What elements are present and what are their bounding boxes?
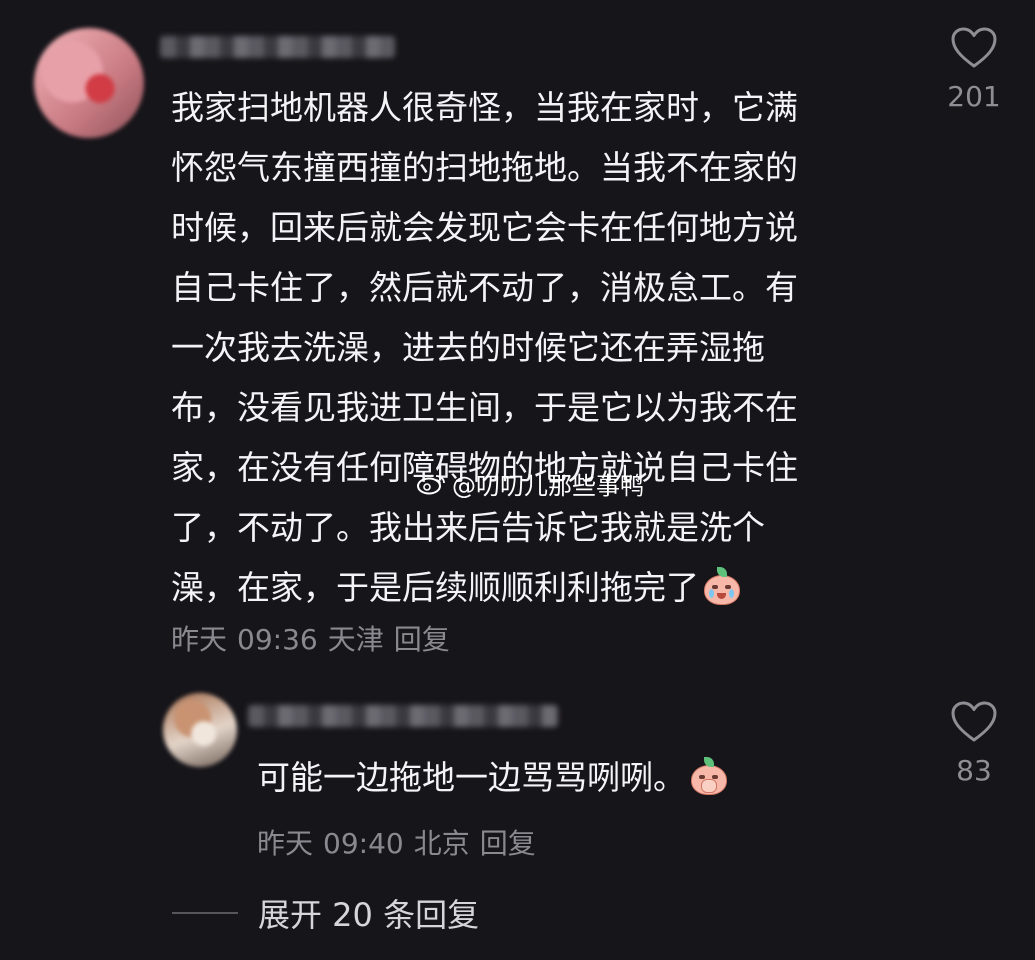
divider-line [172, 912, 238, 914]
weibo-icon [417, 474, 445, 494]
reply-location: 北京 [413, 827, 470, 860]
reply-meta: 昨天 09:40 北京 回复 [257, 822, 546, 862]
expand-replies-button[interactable]: 展开 20 条回复 [172, 890, 479, 936]
reply-line-text: 可能一边拖地一边骂骂咧咧。 [257, 758, 686, 797]
comment-time: 09:36 [237, 623, 318, 656]
comment-line: 了，不动了。我出来后告诉它我就是洗个 [171, 508, 765, 547]
comment-meta: 昨天 09:36 天津 回复 [171, 618, 460, 658]
comment-line: 时候，回来后就会发现它会卡在任何地方说 [171, 208, 798, 247]
reply-avatar[interactable] [163, 693, 237, 767]
comment-line: 布，没看见我进卫生间，于是它以为我不在 [171, 388, 798, 427]
crying-laughing-peach-emoji [703, 567, 740, 605]
comment-line: 怀怨气东撞西撞的扫地拖地。当我不在家的 [171, 148, 798, 187]
reply-line: 可能一边拖地一边骂骂咧咧。 [257, 748, 727, 808]
watermark: @叨叨儿那些事鸭 [416, 466, 644, 501]
like-button[interactable]: 201 [939, 26, 1009, 113]
reply-like-count: 83 [956, 754, 992, 787]
comment-line: 我家扫地机器人很奇怪，当我在家时，它满 [171, 88, 798, 127]
comment-location: 天津 [327, 623, 384, 656]
covering-mouth-peach-emoji [690, 757, 727, 795]
comment-line: 一次我去洗澡，进去的时候它还在弄湿拖 [171, 328, 765, 367]
reply-button[interactable]: 回复 [394, 623, 450, 656]
username-blurred[interactable] [160, 36, 395, 58]
heart-icon[interactable] [950, 26, 998, 70]
comment-line-last: 澡，在家，于是后续顺顺利利拖完了 [171, 558, 798, 618]
reply-username-blurred[interactable] [248, 705, 558, 727]
heart-icon[interactable] [950, 700, 998, 744]
comment-text: 我家扫地机器人很奇怪，当我在家时，它满 怀怨气东撞西撞的扫地拖地。当我不在家的 … [171, 78, 798, 618]
like-count: 201 [947, 80, 1001, 113]
watermark-text: @叨叨儿那些事鸭 [452, 472, 644, 500]
comment-line: 自己卡住了，然后就不动了，消极怠工。有 [171, 268, 798, 307]
comment-line-text: 澡，在家，于是后续顺顺利利拖完了 [171, 568, 699, 607]
reply-reply-button[interactable]: 回复 [480, 827, 536, 860]
reply-time: 09:40 [323, 827, 404, 860]
avatar[interactable] [34, 28, 144, 138]
reply-date: 昨天 [257, 827, 314, 860]
reply-comment-text: 可能一边拖地一边骂骂咧咧。 [257, 748, 727, 808]
reply-like-button[interactable]: 83 [939, 700, 1009, 787]
expand-replies-label[interactable]: 展开 20 条回复 [258, 890, 479, 936]
comment-date: 昨天 [171, 623, 228, 656]
